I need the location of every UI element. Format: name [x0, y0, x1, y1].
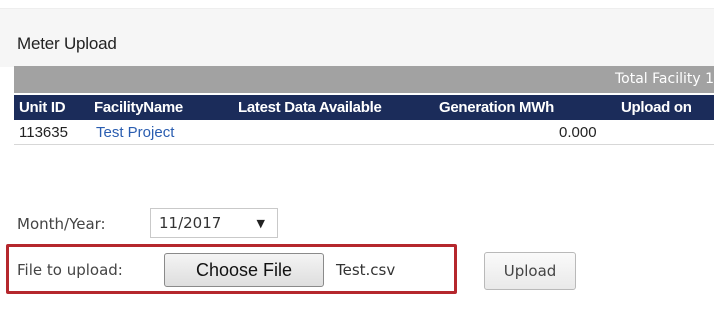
column-header-latest-data: Latest Data Available — [238, 99, 382, 116]
meter-upload-panel: Meter Upload Total Facility 1 Unit ID Fa… — [0, 0, 714, 318]
column-header-generation-mwh: Generation MWh — [439, 99, 554, 116]
selected-file-name: Test.csv — [336, 261, 396, 279]
file-to-upload-label: File to upload: — [17, 261, 123, 279]
upload-button[interactable]: Upload — [484, 252, 576, 290]
column-header-unit-id: Unit ID — [19, 99, 66, 116]
generation-mwh-cell: 0.000 — [559, 124, 597, 141]
month-year-select[interactable]: 11/2017 ▼ — [150, 208, 278, 238]
month-year-value: 11/2017 — [159, 214, 222, 232]
unit-id-cell: 113635 — [19, 124, 68, 141]
title-bar: Meter Upload — [0, 8, 714, 67]
facility-name-link[interactable]: Test Project — [96, 124, 174, 141]
page-title: Meter Upload — [17, 34, 117, 53]
caret-down-icon: ▼ — [256, 217, 265, 230]
month-year-label: Month/Year: — [17, 215, 106, 233]
column-header-upload-on: Upload on — [621, 99, 692, 116]
table-header: Unit ID FacilityName Latest Data Availab… — [14, 95, 714, 120]
summary-text: Total Facility 1 — [615, 71, 714, 87]
table-row: 113635 Test Project 0.000 — [14, 120, 714, 145]
column-header-facility-name: FacilityName — [94, 99, 183, 116]
summary-bar: Total Facility 1 — [14, 66, 714, 93]
choose-file-button[interactable]: Choose File — [164, 253, 324, 287]
